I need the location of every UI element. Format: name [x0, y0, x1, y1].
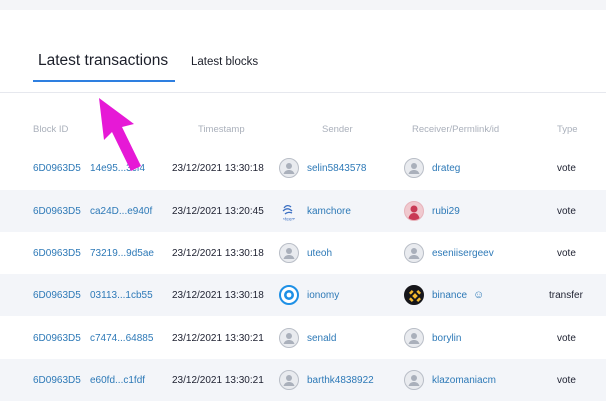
receiver-link[interactable]: borylin — [432, 333, 461, 344]
timestamp: 23/12/2021 13:20:45 — [172, 205, 264, 217]
col-block-id: Block ID — [33, 124, 69, 135]
avatar-photo — [404, 201, 424, 221]
table-row: 6D0963D5 c7474...64885 23/12/2021 13:30:21… — [0, 317, 606, 359]
sender-link[interactable]: kamchore — [307, 206, 351, 217]
block-id-link[interactable]: 6D0963D5 — [33, 317, 81, 359]
tab-latest-transactions[interactable]: Latest transactions — [38, 52, 168, 70]
sender-link[interactable]: senald — [307, 333, 336, 344]
table-header: Block ID Timestamp Sender Receiver/Perml… — [0, 122, 606, 140]
block-id-link[interactable]: 6D0963D5 — [33, 359, 81, 401]
timestamp: 23/12/2021 13:30:18 — [172, 247, 264, 259]
receiver-link[interactable]: rubi29 — [432, 206, 460, 217]
user-icon — [404, 243, 424, 263]
pointer-arrow-annotation — [99, 98, 141, 171]
type-cell: vote — [557, 162, 576, 174]
table-row: 6D0963D5 14e95...3cf4 23/12/2021 13:30:18 s… — [0, 147, 606, 189]
timestamp: 23/12/2021 13:30:18 — [172, 289, 264, 301]
sender-cell: steem kamchore — [279, 190, 351, 232]
sender-link[interactable]: ionomy — [307, 290, 339, 301]
type-cell: vote — [557, 247, 576, 259]
timestamp: 23/12/2021 13:30:21 — [172, 332, 264, 344]
receiver-cell: rubi29 — [404, 190, 460, 232]
tx-hash-link[interactable]: c7474...64885 — [90, 317, 153, 359]
sender-cell: ionomy — [279, 274, 339, 316]
sender-cell: barthk4838922 — [279, 359, 374, 401]
receiver-cell: binance ☺ — [404, 274, 484, 316]
receiver-cell: klazomaniacm — [404, 359, 496, 401]
type-cell: transfer — [549, 289, 583, 301]
type-cell: vote — [557, 332, 576, 344]
col-timestamp: Timestamp — [198, 124, 245, 135]
user-icon — [279, 158, 299, 178]
col-type: Type — [557, 124, 578, 135]
block-id-link[interactable]: 6D0963D5 — [33, 232, 81, 274]
receiver-link[interactable]: eseniisergeev — [432, 248, 494, 259]
receiver-cell: drateg — [404, 147, 460, 189]
receiver-link[interactable]: drateg — [432, 163, 460, 174]
receiver-cell: borylin — [404, 317, 461, 359]
user-icon — [404, 328, 424, 348]
table-row: 6D0963D5 73219...9d5ae 23/12/2021 13:30:18… — [0, 232, 606, 274]
type-cell: vote — [557, 205, 576, 217]
user-icon — [279, 243, 299, 263]
user-icon — [279, 370, 299, 390]
receiver-link[interactable]: klazomaniacm — [432, 375, 496, 386]
block-id-link[interactable]: 6D0963D5 — [33, 274, 81, 316]
sender-cell: selin5843578 — [279, 147, 367, 189]
table-row: 6D0963D5 e60fd...c1fdf 23/12/2021 13:30:21… — [0, 359, 606, 401]
block-id-link[interactable]: 6D0963D5 — [33, 147, 81, 189]
active-tab-indicator — [33, 80, 175, 82]
sender-cell: senald — [279, 317, 336, 359]
type-cell: vote — [557, 374, 576, 386]
table-row: 6D0963D5 03113...1cb55 23/12/2021 13:30:18… — [0, 274, 606, 316]
col-receiver: Receiver/Permlink/id — [412, 124, 500, 135]
user-link-icon[interactable]: ☺ — [473, 289, 484, 301]
receiver-cell: eseniisergeev — [404, 232, 494, 274]
transactions-card: Latest transactions Latest blocks Block … — [0, 10, 606, 408]
sender-link[interactable]: barthk4838922 — [307, 375, 374, 386]
steem-logo-icon: steem — [279, 201, 299, 221]
tx-hash-link[interactable]: 73219...9d5ae — [90, 232, 154, 274]
tx-hash-link[interactable]: e60fd...c1fdf — [90, 359, 145, 401]
user-icon — [404, 370, 424, 390]
table-row: 6D0963D5 ca24D...e940f 23/12/2021 13:20:45… — [0, 190, 606, 232]
timestamp: 23/12/2021 13:30:21 — [172, 374, 264, 386]
binance-logo-icon — [404, 285, 424, 305]
sender-cell: uteoh — [279, 232, 332, 274]
svg-text:steem: steem — [283, 217, 296, 222]
sender-link[interactable]: uteoh — [307, 248, 332, 259]
tab-latest-blocks[interactable]: Latest blocks — [191, 56, 258, 68]
sender-link[interactable]: selin5843578 — [307, 163, 367, 174]
tx-hash-link[interactable]: ca24D...e940f — [90, 190, 152, 232]
timestamp: 23/12/2021 13:30:18 — [172, 162, 264, 174]
ionomy-logo-icon — [279, 285, 299, 305]
block-id-link[interactable]: 6D0963D5 — [33, 190, 81, 232]
tab-bar: Latest transactions Latest blocks — [0, 10, 606, 93]
col-sender: Sender — [322, 124, 353, 135]
receiver-link[interactable]: binance — [432, 290, 467, 301]
user-icon — [279, 328, 299, 348]
user-icon — [404, 158, 424, 178]
tx-hash-link[interactable]: 03113...1cb55 — [90, 274, 153, 316]
